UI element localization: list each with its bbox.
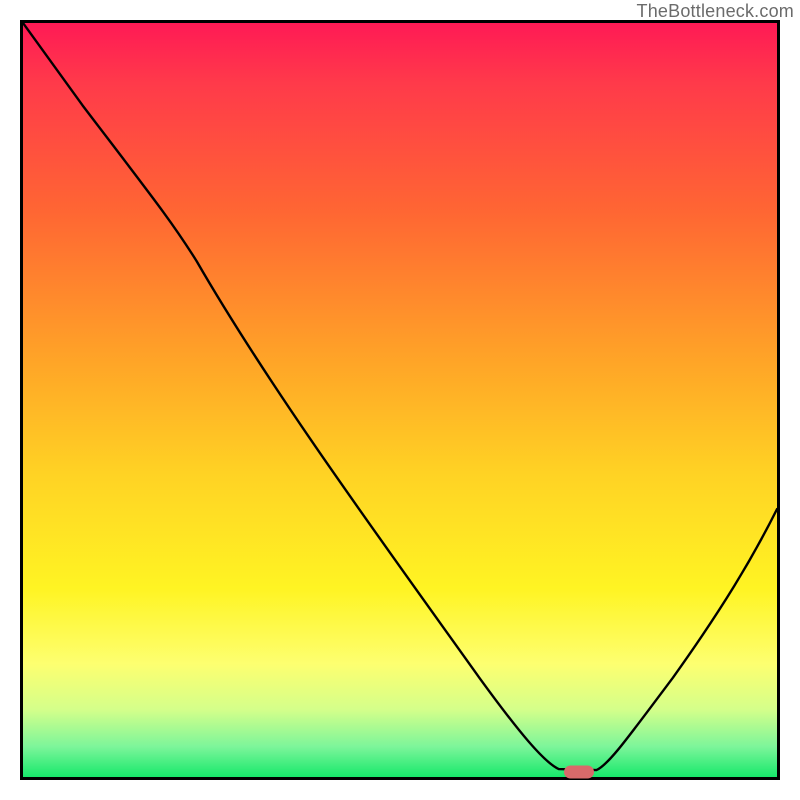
watermark-text: TheBottleneck.com: [637, 1, 794, 22]
optimal-point-marker: [564, 765, 594, 778]
chart-frame: [20, 20, 780, 780]
plot-gradient-background: [23, 23, 777, 777]
